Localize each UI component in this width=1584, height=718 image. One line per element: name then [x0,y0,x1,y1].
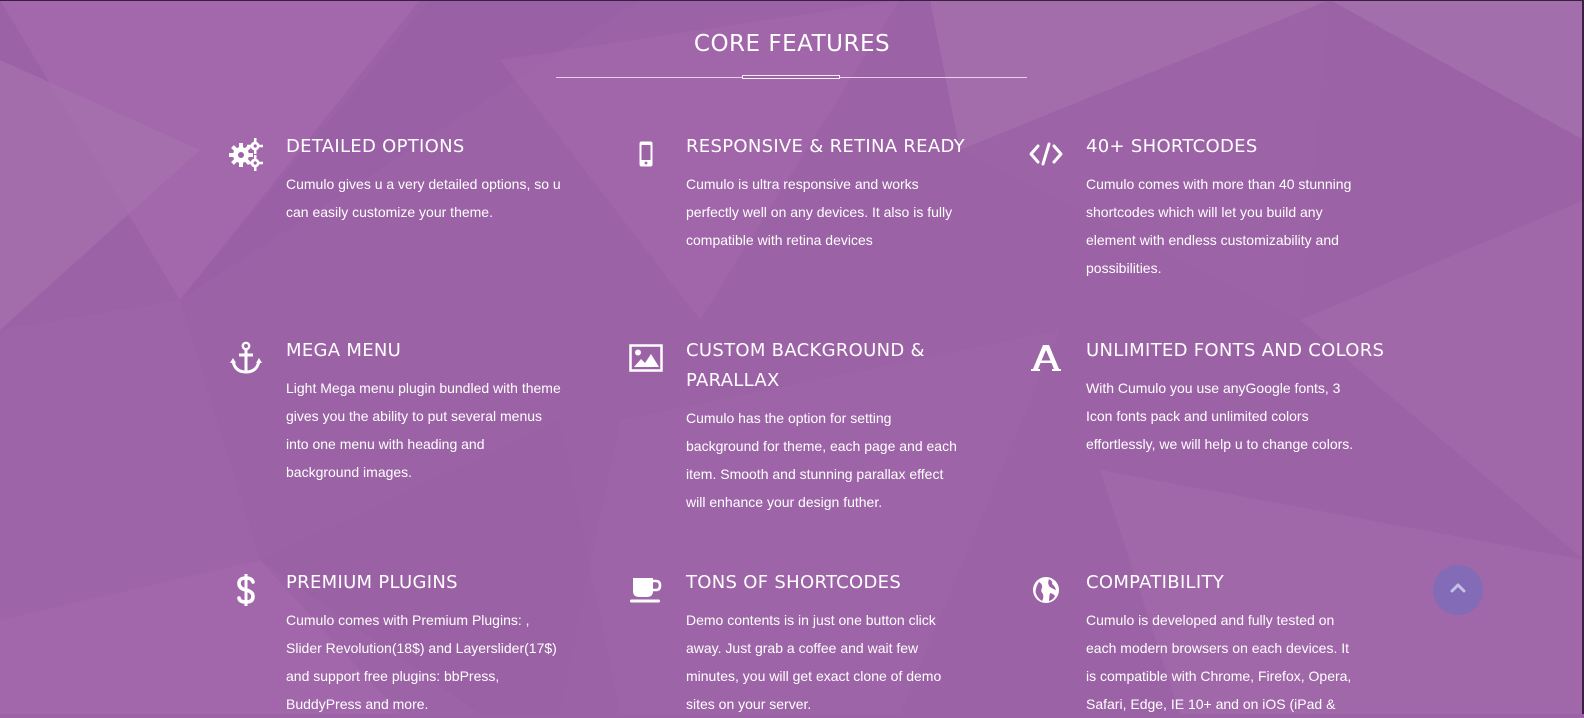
section-title: CORE FEATURES [693,31,891,57]
core-features-section: CORE FEATURES DETAILED OPTIONS Cumulo gi… [0,0,1584,714]
feature-title: COMPATIBILITY [1086,572,1225,593]
feature-title: DETAILED OPTIONS [286,136,465,157]
coffee-icon [626,572,666,608]
feature-detailed-options: DETAILED OPTIONS Cumulo gives u a very d… [229,132,586,226]
feature-description: Cumulo comes with more than 40 stunning … [1086,176,1352,276]
globe-icon [1026,572,1066,608]
feature-title: CUSTOM BACKGROUND & PARALLAX [686,340,925,391]
mobile-phone-icon [626,136,666,172]
feature-responsive-retina: RESPONSIVE & RETINA READY Cumulo is ultr… [639,132,986,254]
feature-title: PREMIUM PLUGINS [286,572,458,593]
feature-mega-menu: MEGA MENU Light Mega menu plugin bundled… [230,336,586,486]
gears-icon [226,136,266,172]
code-icon [1026,136,1066,172]
feature-title: MEGA MENU [286,340,402,361]
feature-custom-background: CUSTOM BACKGROUND & PARALLAX Cumulo has … [629,336,986,516]
feature-description: Demo contents is in just one button clic… [686,612,942,712]
picture-icon [626,340,666,376]
feature-description: Cumulo gives u a very detailed options, … [286,176,561,220]
feature-compatibility: COMPATIBILITY Cumulo is developed and fu… [1033,568,1386,718]
frame-top [0,0,1584,1]
feature-title: RESPONSIVE & RETINA READY [686,136,965,157]
title-divider-accent [742,75,840,79]
feature-description: Light Mega menu plugin bundled with them… [286,380,561,480]
feature-description: Cumulo is developed and fully tested on … [1086,612,1352,712]
scroll-to-top-button[interactable] [1433,565,1483,615]
feature-title: 40+ SHORTCODES [1086,136,1258,157]
feature-title: UNLIMITED FONTS AND COLORS [1086,340,1385,361]
anchor-icon [226,340,266,376]
feature-description: Cumulo has the option for setting backgr… [686,410,957,510]
feature-description: Cumulo comes with Premium Plugins: , Sli… [286,612,557,712]
feature-description: Cumulo is ultra responsive and works per… [686,176,953,248]
feature-title: TONS OF SHORTCODES [686,572,902,593]
dollar-icon [226,572,266,608]
chevron-up-icon [1450,581,1466,599]
feature-description: With Cumulo you use anyGoogle fonts, 3 I… [1086,380,1354,452]
font-icon [1026,340,1066,376]
feature-shortcodes: 40+ SHORTCODES Cumulo comes with more th… [1029,132,1386,282]
feature-fonts-colors: UNLIMITED FONTS AND COLORS With Cumulo y… [1031,336,1386,458]
feature-premium-plugins: PREMIUM PLUGINS Cumulo comes with Premiu… [237,568,586,718]
feature-tons-of-shortcodes: TONS OF SHORTCODES Demo contents is in j… [630,568,986,718]
